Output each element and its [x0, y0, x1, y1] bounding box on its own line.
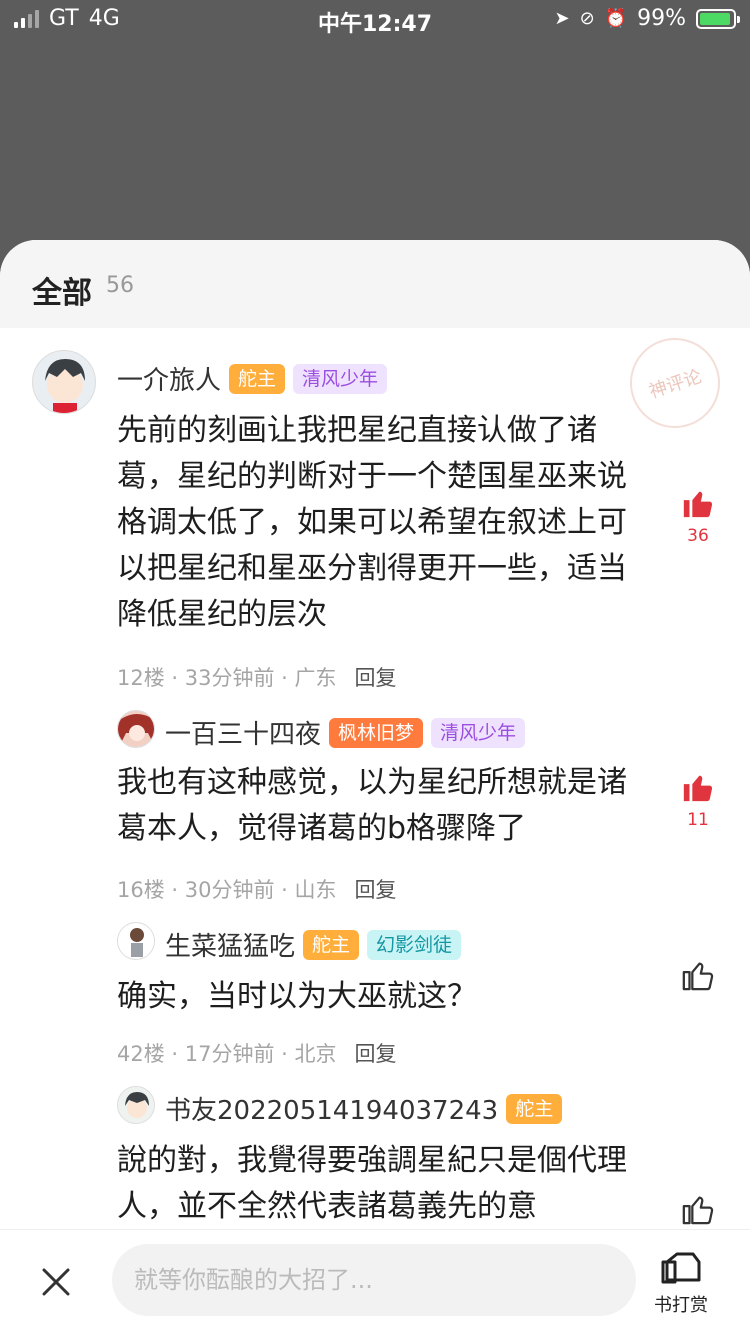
reply-button[interactable]: 回复 [355, 1042, 397, 1066]
sheet-header: 全部 56 [0, 240, 750, 328]
user-name[interactable]: 一介旅人 [117, 360, 221, 397]
comment-meta: 16楼 · 30分钟前 · 山东 回复 [117, 874, 397, 904]
comment-input[interactable]: 就等你酝酿的大招了... [112, 1244, 636, 1316]
close-button[interactable] [40, 1266, 72, 1298]
comment-text[interactable]: 說的對，我覺得要強調星紀只是個代理人，並不全然代表諸葛義先的意 [117, 1138, 642, 1230]
like-button[interactable] [676, 1192, 720, 1230]
user-name[interactable]: 一百三十四夜 [165, 714, 321, 751]
like-count: 36 [687, 526, 709, 546]
tip-button[interactable]: 书打赏 [646, 1248, 716, 1317]
comment-count: 56 [106, 273, 134, 298]
orientation-lock-icon: ⊘ [579, 8, 595, 29]
avatar[interactable] [117, 710, 155, 748]
avatar[interactable] [32, 350, 96, 414]
comment-user[interactable]: 一介旅人 舵主 清风少年 [117, 360, 388, 397]
avatar[interactable] [117, 1086, 155, 1124]
title-badge: 清风少年 [293, 363, 388, 394]
rank-badge: 舵主 [229, 363, 286, 394]
tab-all[interactable]: 全部 [32, 268, 92, 312]
bottom-bar: 就等你酝酿的大招了... 书打赏 [0, 1229, 750, 1334]
meta-info: 16楼 · 30分钟前 · 山东 [117, 878, 337, 902]
rank-badge: 舵主 [506, 1093, 563, 1124]
avatar[interactable] [117, 922, 155, 960]
thumb-up-outline-icon [682, 1196, 714, 1225]
battery-percent: 99% [637, 6, 686, 31]
comment-user[interactable]: 生菜猛猛吃 舵主 幻影剑徒 [165, 926, 462, 963]
rank-badge: 枫林旧梦 [329, 717, 424, 748]
user-name[interactable]: 书友20220514194037243 [165, 1090, 498, 1127]
status-bar: GT 4G 中午12:47 ➤ ⊘ ⏰ 99% [0, 0, 750, 40]
like-button[interactable] [676, 958, 720, 996]
comment-user[interactable]: 书友20220514194037243 舵主 [165, 1090, 563, 1127]
title-badge: 幻影剑徒 [367, 929, 462, 960]
comment-user[interactable]: 一百三十四夜 枫林旧梦 清风少年 [165, 714, 526, 751]
tab-all-label: 全部 [32, 276, 92, 311]
title-badge: 清风少年 [431, 717, 526, 748]
reply-button[interactable]: 回复 [355, 878, 397, 902]
comment-text[interactable]: 先前的刻画让我把星纪直接认做了诸葛，星纪的判断对于一个楚国星巫来说格调太低了，如… [117, 408, 642, 638]
comment-meta: 42楼 · 17分钟前 · 北京 回复 [117, 1038, 397, 1068]
reply-button[interactable]: 回复 [355, 666, 397, 690]
comment-text[interactable]: 我也有这种感觉，以为星纪所想就是诸葛本人，觉得诸葛的b格骤降了 [117, 760, 642, 852]
meta-info: 42楼 · 17分钟前 · 北京 [117, 1042, 337, 1066]
gift-icon [661, 1252, 701, 1284]
alarm-icon: ⏰ [604, 8, 628, 29]
meta-info: 12楼 · 33分钟前 · 广东 [117, 666, 337, 690]
close-icon [42, 1268, 70, 1296]
comment-meta: 12楼 · 33分钟前 · 广东 回复 [117, 662, 397, 692]
like-count: 11 [687, 810, 709, 830]
user-name[interactable]: 生菜猛猛吃 [165, 926, 295, 963]
comments-sheet: 全部 56 神评论 一介旅人 舵主 清风少年 先前的刻画让我把星纪直接认做了诸葛… [0, 240, 750, 1334]
rank-badge: 舵主 [303, 929, 360, 960]
thumb-up-filled-icon [683, 491, 713, 518]
thumb-up-outline-icon [682, 962, 714, 991]
tip-label: 书打赏 [654, 1295, 708, 1316]
thumb-up-filled-icon [683, 775, 713, 802]
like-button[interactable]: 11 [676, 770, 720, 830]
battery-icon [696, 8, 740, 29]
location-icon: ➤ [554, 8, 570, 29]
like-button[interactable]: 36 [676, 486, 720, 546]
comment-text[interactable]: 确实，当时以为大巫就这？ [117, 974, 642, 1020]
